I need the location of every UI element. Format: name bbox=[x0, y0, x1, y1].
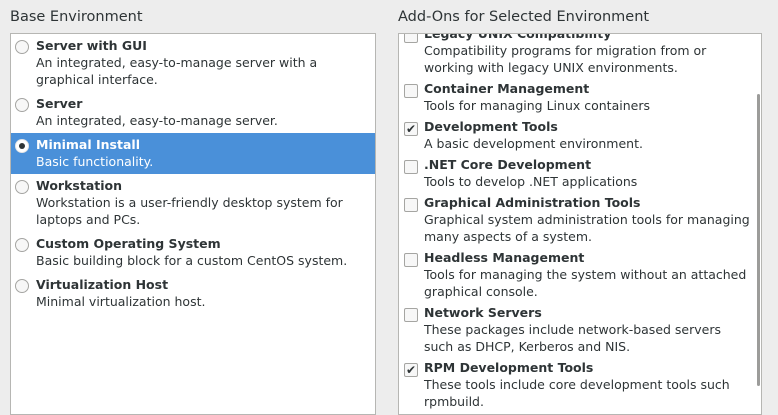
env-item-description: Minimal virtualization host. bbox=[36, 294, 206, 309]
env-item-server-with-gui[interactable]: Server with GUI An integrated, easy-to-m… bbox=[11, 34, 375, 92]
addon-description: Tools for managing Linux containers bbox=[424, 98, 650, 113]
checkbox[interactable] bbox=[404, 308, 418, 322]
env-item-minimal-install[interactable]: Minimal Install Basic functionality. bbox=[11, 133, 375, 174]
checkbox[interactable] bbox=[404, 160, 418, 174]
addon-title: Network Servers bbox=[424, 305, 542, 320]
env-item-virtualization-host[interactable]: Virtualization Host Minimal virtualizati… bbox=[11, 273, 375, 314]
checkbox-checked[interactable]: ✔ bbox=[404, 363, 418, 377]
checkmark-icon: ✔ bbox=[405, 363, 417, 377]
env-item-description: Workstation is a user-friendly desktop s… bbox=[36, 195, 343, 227]
env-item-description: An integrated, easy-to-manage server. bbox=[36, 113, 278, 128]
base-environment-heading: Base Environment bbox=[10, 9, 143, 25]
checkbox-checked[interactable]: ✔ bbox=[404, 122, 418, 136]
addon-title: .NET Core Development bbox=[424, 157, 592, 172]
addons-list[interactable]: Legacy UNIX Compatibility Compatibility … bbox=[398, 33, 762, 415]
addon-network-servers[interactable]: Network Servers These packages include n… bbox=[399, 303, 759, 358]
env-item-title: Virtualization Host bbox=[36, 277, 169, 292]
env-item-description: An integrated, easy-to-manage server wit… bbox=[36, 55, 318, 87]
addon-description: Tools to develop .NET applications bbox=[424, 174, 638, 189]
scrollbar[interactable] bbox=[757, 94, 760, 386]
checkbox[interactable] bbox=[404, 34, 418, 43]
addon-title: Headless Management bbox=[424, 250, 585, 265]
addon-description: A basic development environment. bbox=[424, 136, 643, 151]
env-item-custom-os[interactable]: Custom Operating System Basic building b… bbox=[11, 232, 375, 273]
checkbox[interactable] bbox=[404, 84, 418, 98]
env-item-title: Server with GUI bbox=[36, 38, 147, 53]
radio-dot-icon bbox=[19, 143, 25, 149]
checkbox[interactable] bbox=[404, 198, 418, 212]
env-item-description: Basic building block for a custom CentOS… bbox=[36, 253, 348, 268]
addon-legacy-unix[interactable]: Legacy UNIX Compatibility Compatibility … bbox=[399, 33, 759, 79]
radio-button[interactable] bbox=[15, 98, 29, 112]
addon-description: Compatibility programs for migration fro… bbox=[424, 43, 707, 75]
env-item-title: Minimal Install bbox=[36, 137, 140, 152]
radio-button[interactable] bbox=[15, 40, 29, 54]
checkmark-icon: ✔ bbox=[405, 122, 417, 136]
env-item-workstation[interactable]: Workstation Workstation is a user-friend… bbox=[11, 174, 375, 232]
addon-description: Graphical system administration tools fo… bbox=[424, 212, 750, 244]
addons-heading: Add-Ons for Selected Environment bbox=[398, 9, 650, 25]
env-item-description: Basic functionality. bbox=[36, 154, 154, 169]
addon-container-management[interactable]: Container Management Tools for managing … bbox=[399, 79, 759, 117]
radio-button-selected[interactable] bbox=[15, 139, 29, 153]
env-item-title: Workstation bbox=[36, 178, 123, 193]
addon-title: RPM Development Tools bbox=[424, 360, 594, 375]
addon-dotnet-core[interactable]: .NET Core Development Tools to develop .… bbox=[399, 155, 759, 193]
env-item-title: Custom Operating System bbox=[36, 236, 221, 251]
addon-title: Container Management bbox=[424, 81, 590, 96]
addon-title: Development Tools bbox=[424, 119, 558, 134]
radio-button[interactable] bbox=[15, 279, 29, 293]
radio-button[interactable] bbox=[15, 238, 29, 252]
addon-description: These packages include network-based ser… bbox=[424, 322, 722, 354]
addon-description: Tools for managing the system without an… bbox=[424, 267, 747, 299]
radio-button[interactable] bbox=[15, 180, 29, 194]
addon-graphical-admin-tools[interactable]: Graphical Administration Tools Graphical… bbox=[399, 193, 759, 248]
addon-development-tools[interactable]: ✔ Development Tools A basic development … bbox=[399, 117, 759, 155]
addon-title: Graphical Administration Tools bbox=[424, 195, 641, 210]
addon-title: Legacy UNIX Compatibility bbox=[424, 33, 612, 41]
checkbox[interactable] bbox=[404, 253, 418, 267]
addon-headless-management[interactable]: Headless Management Tools for managing t… bbox=[399, 248, 759, 303]
env-item-server[interactable]: Server An integrated, easy-to-manage ser… bbox=[11, 92, 375, 133]
base-environment-list: Server with GUI An integrated, easy-to-m… bbox=[10, 33, 376, 415]
env-item-title: Server bbox=[36, 96, 83, 111]
